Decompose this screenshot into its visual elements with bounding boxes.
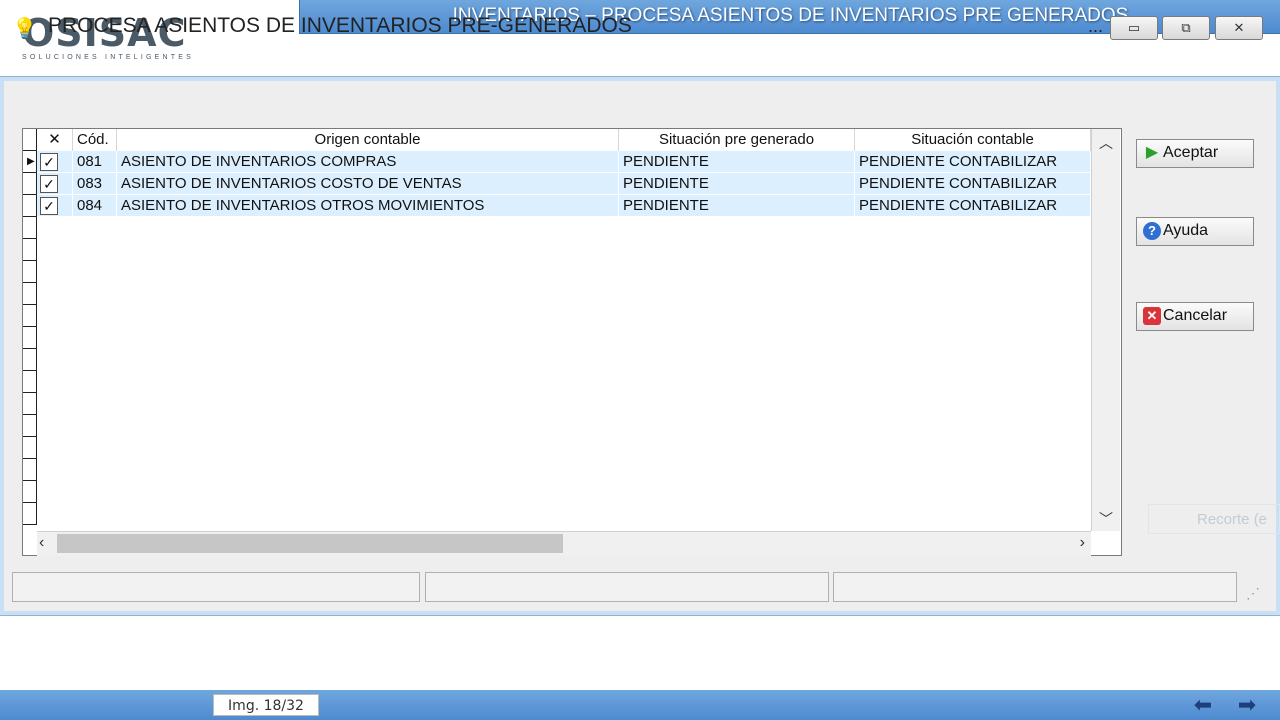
row-header[interactable]: [23, 305, 37, 327]
row-checkbox[interactable]: ✓: [40, 175, 58, 193]
row-header[interactable]: [23, 349, 37, 371]
close-button[interactable]: ✕: [1215, 16, 1263, 40]
row-header[interactable]: [23, 371, 37, 393]
row-header[interactable]: [23, 173, 37, 195]
status-panel-1: [12, 572, 420, 602]
page-indicator: Img. 18/32: [213, 694, 319, 716]
row-checkbox[interactable]: ✓: [40, 197, 58, 215]
cell-acc-status[interactable]: PENDIENTE CONTABILIZAR: [855, 151, 1091, 173]
table-row[interactable]: ✓ 084 ASIENTO DE INVENTARIOS OTROS MOVIM…: [37, 195, 1091, 217]
column-header-pre-status[interactable]: Situación pre generado: [619, 129, 855, 151]
cancel-label: Cancelar: [1163, 307, 1228, 324]
column-header-acc-status[interactable]: Situación contable: [855, 129, 1091, 151]
scroll-down-icon[interactable]: ﹀: [1092, 509, 1120, 529]
scroll-up-icon[interactable]: ︿: [1092, 133, 1120, 153]
help-label: Ayuda: [1163, 222, 1209, 239]
accept-label: Aceptar: [1163, 144, 1219, 161]
footer-bar: [0, 690, 1280, 720]
cell-code[interactable]: 083: [73, 173, 117, 195]
help-icon: ?: [1143, 222, 1161, 240]
close-icon: ✕: [1233, 20, 1245, 35]
row-checkbox[interactable]: ✓: [40, 153, 58, 171]
cell-origin[interactable]: ASIENTO DE INVENTARIOS OTROS MOVIMIENTOS: [117, 195, 619, 217]
table-row[interactable]: ✓ 081 ASIENTO DE INVENTARIOS COMPRAS PEN…: [37, 151, 1091, 173]
logo-tagline: SOLUCIONES INTELIGENTES: [22, 54, 195, 61]
horizontal-scrollbar[interactable]: ‹ ›: [37, 531, 1091, 556]
row-header[interactable]: [23, 327, 37, 349]
snipping-tool-ghost: Recorte (e: [1148, 504, 1280, 534]
window-menu-dots[interactable]: ...: [1088, 16, 1103, 37]
scroll-left-icon[interactable]: ‹: [39, 534, 44, 552]
row-checkbox-cell[interactable]: ✓: [37, 195, 73, 217]
table-row[interactable]: ✓ 083 ASIENTO DE INVENTARIOS COSTO DE VE…: [37, 173, 1091, 195]
row-checkbox-cell[interactable]: ✓: [37, 151, 73, 173]
cell-pre-status[interactable]: PENDIENTE: [619, 195, 855, 217]
cell-acc-status[interactable]: PENDIENTE CONTABILIZAR: [855, 195, 1091, 217]
row-checkbox-cell[interactable]: ✓: [37, 173, 73, 195]
cell-pre-status[interactable]: PENDIENTE: [619, 151, 855, 173]
accept-button[interactable]: ▶ Aceptar: [1136, 139, 1254, 168]
row-header-column: ▶: [23, 129, 37, 529]
resize-grip-icon[interactable]: ⋰: [1246, 585, 1260, 602]
lightbulb-icon: 💡: [12, 18, 37, 40]
window-title: PROCESA ASIENTOS DE INVENTARIOS PRE-GENE…: [48, 14, 632, 37]
column-header-check[interactable]: ✕: [37, 129, 73, 151]
cancel-icon: ✕: [1143, 307, 1161, 325]
next-arrow-icon[interactable]: ➡: [1230, 694, 1264, 716]
row-pointer-icon: ▶: [27, 156, 35, 167]
minimize-button[interactable]: ▭: [1110, 16, 1158, 40]
row-header[interactable]: [23, 195, 37, 217]
cancel-button[interactable]: ✕ Cancelar: [1136, 302, 1254, 331]
help-button[interactable]: ? Ayuda: [1136, 217, 1254, 246]
prev-arrow-icon[interactable]: ⬅: [1186, 694, 1220, 716]
row-header[interactable]: [23, 481, 37, 503]
row-header[interactable]: [23, 283, 37, 305]
cell-code[interactable]: 084: [73, 195, 117, 217]
play-icon: ▶: [1145, 144, 1159, 161]
cell-origin[interactable]: ASIENTO DE INVENTARIOS COSTO DE VENTAS: [117, 173, 619, 195]
row-header[interactable]: [23, 437, 37, 459]
row-header[interactable]: [23, 239, 37, 261]
row-header[interactable]: [23, 503, 37, 525]
vertical-scrollbar[interactable]: ︿ ﹀: [1091, 129, 1120, 531]
row-header: [23, 129, 37, 151]
scroll-thumb[interactable]: [57, 534, 563, 553]
row-header[interactable]: [23, 393, 37, 415]
cell-acc-status[interactable]: PENDIENTE CONTABILIZAR: [855, 173, 1091, 195]
column-header-code[interactable]: Cód.: [73, 129, 117, 151]
minimize-icon: ▭: [1127, 20, 1141, 35]
scroll-right-icon[interactable]: ›: [1080, 534, 1085, 552]
cell-origin[interactable]: ASIENTO DE INVENTARIOS COMPRAS: [117, 151, 619, 173]
row-header[interactable]: [23, 415, 37, 437]
column-header-origin[interactable]: Origen contable: [117, 129, 619, 151]
maximize-button[interactable]: ⧉: [1162, 16, 1210, 40]
grid-header: ✕ Cód. Origen contable Situación pre gen…: [37, 129, 1091, 152]
row-header[interactable]: [23, 261, 37, 283]
maximize-icon: ⧉: [1181, 20, 1191, 35]
cell-code[interactable]: 081: [73, 151, 117, 173]
cell-pre-status[interactable]: PENDIENTE: [619, 173, 855, 195]
row-header[interactable]: ▶: [23, 151, 37, 173]
row-header[interactable]: [23, 217, 37, 239]
row-header[interactable]: [23, 459, 37, 481]
status-panel-3: [833, 572, 1237, 602]
status-panel-2: [425, 572, 829, 602]
data-grid[interactable]: ▶ ✕ Cód. Origen contable Situación pre g…: [22, 128, 1122, 556]
